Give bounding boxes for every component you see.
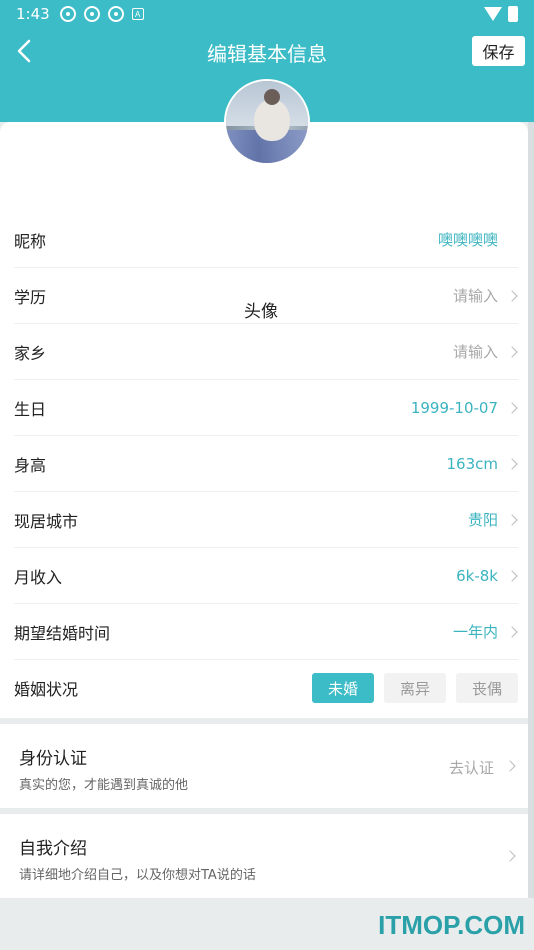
identity-section[interactable]: 身份认证 真实的您，才能遇到真诚的他 去认证 (0, 724, 528, 808)
chevron-right-icon (506, 625, 518, 638)
field-row-hometown[interactable]: 家乡 请输入 (14, 324, 518, 380)
field-row-city[interactable]: 现居城市 贵阳 (14, 492, 518, 548)
field-row-education[interactable]: 学历 请输入 (14, 268, 518, 324)
field-label: 学历 (14, 287, 47, 307)
field-label: 期望结婚时间 (14, 623, 111, 643)
field-value: 请输入 (452, 343, 498, 361)
field-row-height[interactable]: 身高 163cm (14, 436, 518, 492)
wifi-icon (484, 7, 502, 21)
field-label: 昵称 (14, 231, 47, 251)
field-value: 贵阳 (467, 511, 498, 529)
chevron-right-icon (506, 289, 518, 302)
save-button[interactable]: 保存 (472, 36, 525, 66)
marital-options: 未婚 离异 丧偶 (312, 673, 518, 703)
chevron-right-icon (504, 850, 516, 862)
watermark: ITMOP.COM (378, 910, 525, 940)
chevron-right-icon (506, 457, 518, 470)
status-bar: 1:43 A (0, 0, 534, 28)
app-notification-icon (107, 6, 124, 22)
intro-section[interactable]: 自我介绍 请详细地介绍自己，以及你想对TA说的话 (0, 814, 528, 898)
intro-subtitle: 请详细地介绍自己，以及你想对TA说的话 (19, 868, 256, 883)
chevron-right-icon (506, 345, 518, 358)
identity-action: 去认证 (448, 759, 494, 777)
chevron-right-icon (504, 760, 516, 772)
field-value: 6k-8k (456, 566, 498, 585)
avatar[interactable] (224, 79, 310, 165)
chevron-right-icon (506, 513, 518, 526)
chevron-right-icon (506, 569, 518, 582)
field-label: 现居城市 (14, 511, 79, 531)
field-value: 一年内 (452, 623, 498, 641)
field-row-marriage-time[interactable]: 期望结婚时间 一年内 (14, 604, 518, 660)
chevron-right-icon (506, 401, 518, 414)
field-value: 噢噢噢噢 (437, 231, 498, 249)
battery-icon (508, 6, 518, 22)
identity-subtitle: 真实的您，才能遇到真诚的他 (19, 778, 189, 793)
scrollbar[interactable] (528, 122, 534, 898)
marital-option-divorced[interactable]: 离异 (384, 673, 446, 703)
marital-option-unmarried[interactable]: 未婚 (312, 673, 374, 703)
field-row-marital-status: 婚姻状况 未婚 离异 丧偶 (14, 660, 518, 716)
field-label: 身高 (14, 455, 47, 475)
page-title: 编辑基本信息 (207, 42, 327, 66)
app-notification-icon (83, 6, 100, 22)
marital-option-widowed[interactable]: 丧偶 (456, 673, 518, 703)
field-row-nickname[interactable]: 昵称 噢噢噢噢 (14, 212, 518, 268)
field-label: 家乡 (14, 343, 47, 363)
field-label: 婚姻状况 (14, 680, 79, 699)
a-notification-icon: A (131, 8, 144, 20)
identity-title: 身份认证 (19, 749, 87, 769)
field-label: 月收入 (14, 567, 63, 587)
app-notification-icon (59, 6, 76, 22)
field-row-income[interactable]: 月收入 6k-8k (14, 548, 518, 604)
intro-title: 自我介绍 (19, 839, 87, 859)
field-value: 1999-10-07 (410, 398, 498, 417)
status-system-icons (484, 6, 518, 22)
status-notification-icons: A (59, 6, 144, 22)
field-label: 生日 (14, 399, 47, 419)
field-value: 请输入 (452, 287, 498, 305)
status-time: 1:43 (16, 5, 50, 23)
field-value: 163cm (446, 454, 499, 473)
field-row-birthday[interactable]: 生日 1999-10-07 (14, 380, 518, 436)
basic-info-card: 头像 昵称 噢噢噢噢 学历 请输入 家乡 请输入 生日 1999-10-07 身… (0, 122, 528, 718)
